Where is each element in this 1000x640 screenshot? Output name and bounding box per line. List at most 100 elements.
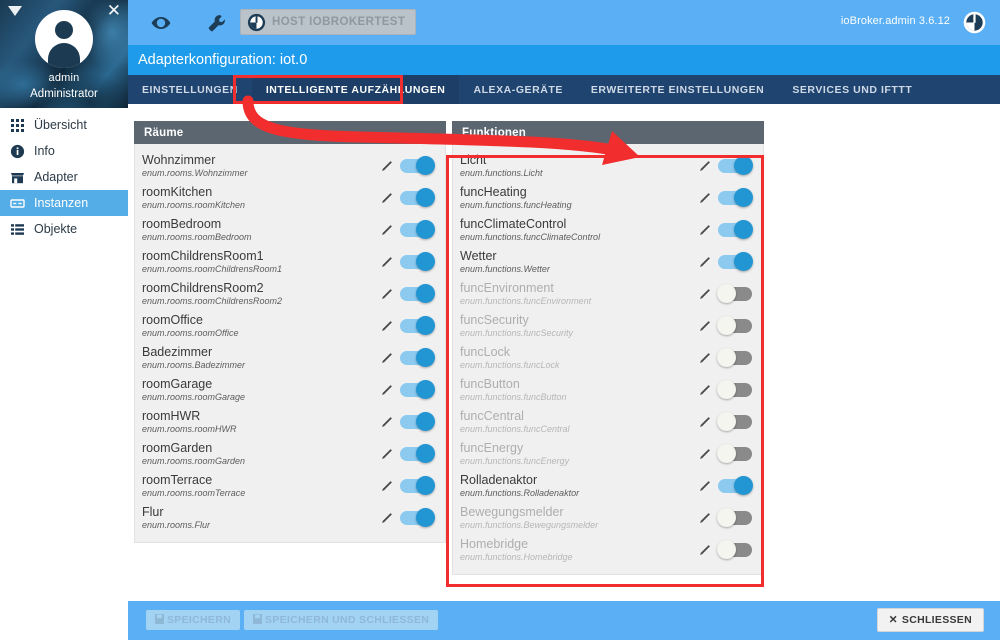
sidebar-item-objekte[interactable]: Objekte xyxy=(0,216,128,242)
toggle-switch[interactable] xyxy=(718,220,753,239)
toggle-switch[interactable] xyxy=(400,316,435,335)
save-icon xyxy=(155,613,164,627)
list-item: Flur enum.rooms.Flur xyxy=(135,502,445,534)
toggle-switch[interactable] xyxy=(400,444,435,463)
list-item: roomTerrace enum.rooms.roomTerrace xyxy=(135,470,445,502)
list-item-path: enum.rooms.Badezimmer xyxy=(142,359,246,370)
host-button[interactable]: HOST IOBROKERTEST xyxy=(240,9,417,35)
toggle-switch[interactable] xyxy=(718,156,753,175)
toggle-switch[interactable] xyxy=(400,508,435,527)
toggle-switch[interactable] xyxy=(400,188,435,207)
list-item: roomGarden enum.rooms.roomGarden xyxy=(135,438,445,470)
user-name: admin xyxy=(48,72,80,84)
tab-alexa-geraete[interactable]: ALEXA-GERÄTE xyxy=(459,75,576,104)
toggle-knob xyxy=(734,220,753,239)
list-item: roomGarage enum.rooms.roomGarage xyxy=(135,374,445,406)
toggle-knob xyxy=(416,380,435,399)
toggle-knob xyxy=(416,156,435,175)
toggle-switch[interactable] xyxy=(400,252,435,271)
pencil-icon[interactable] xyxy=(698,544,711,557)
avatar[interactable] xyxy=(35,10,93,68)
pencil-icon[interactable] xyxy=(698,352,711,365)
pencil-icon[interactable] xyxy=(698,256,711,269)
save-and-close-button[interactable]: SPEICHERN UND SCHLIESSEN xyxy=(244,610,439,630)
toggle-switch[interactable] xyxy=(718,476,753,495)
toggle-switch[interactable] xyxy=(400,284,435,303)
pencil-icon[interactable] xyxy=(698,224,711,237)
toggle-switch[interactable] xyxy=(717,380,752,399)
sidebar-item-info[interactable]: Info xyxy=(0,138,128,164)
toggle-switch[interactable] xyxy=(400,380,435,399)
pencil-icon[interactable] xyxy=(380,480,393,493)
sidebar-item-label: Adapter xyxy=(34,170,78,184)
pencil-icon[interactable] xyxy=(698,512,711,525)
list-item-path: enum.rooms.roomKitchen xyxy=(142,199,246,210)
save-button[interactable]: SPEICHERN xyxy=(146,610,240,630)
list-item: funcEnvironment enum.functions.funcEnviro… xyxy=(453,278,763,310)
page-title: Adapterkonfiguration: iot.0 xyxy=(128,45,1000,75)
sidebar-item-adapter[interactable]: Adapter xyxy=(0,164,128,190)
pencil-icon[interactable] xyxy=(698,160,711,173)
toggle-switch[interactable] xyxy=(717,508,752,527)
toggle-knob xyxy=(734,156,753,175)
list-item: Badezimmer enum.rooms.Badezimmer xyxy=(135,342,445,374)
power-icon[interactable] xyxy=(963,11,986,34)
list-item: funcSecurity enum.functions.funcSecurity xyxy=(453,310,763,342)
list-item: roomKitchen enum.rooms.roomKitchen xyxy=(135,182,445,214)
tab-einstellungen[interactable]: EINSTELLUNGEN xyxy=(128,75,252,104)
toggle-switch[interactable] xyxy=(400,220,435,239)
pencil-icon[interactable] xyxy=(380,160,393,173)
sidebar-item-instanzen[interactable]: Instanzen xyxy=(0,190,128,216)
toggle-switch[interactable] xyxy=(717,540,752,559)
pencil-icon[interactable] xyxy=(380,384,393,397)
rooms-list: Wohnzimmer enum.rooms.Wohnzimmer roomKitch… xyxy=(134,144,446,543)
pencil-icon[interactable] xyxy=(698,448,711,461)
toggle-switch[interactable] xyxy=(717,316,752,335)
pencil-icon[interactable] xyxy=(698,192,711,205)
tab-services-und-ifttt[interactable]: SERVICES UND IFTTT xyxy=(778,75,926,104)
pencil-icon[interactable] xyxy=(380,224,393,237)
save-icon xyxy=(253,613,262,627)
tab-erweiterte-einstellungen[interactable]: ERWEITERTE EINSTELLUNGEN xyxy=(577,75,778,104)
close-icon[interactable]: ✕ xyxy=(107,2,121,19)
toggle-switch[interactable] xyxy=(717,444,752,463)
pencil-icon[interactable] xyxy=(380,192,393,205)
list-item: Licht enum.functions.Licht xyxy=(453,150,763,182)
pencil-icon[interactable] xyxy=(698,480,711,493)
toggle-switch[interactable] xyxy=(717,284,752,303)
pencil-icon[interactable] xyxy=(380,512,393,525)
caret-down-icon[interactable] xyxy=(8,6,22,16)
toggle-switch[interactable] xyxy=(718,252,753,271)
toggle-knob xyxy=(416,348,435,367)
list-item: Rolladenaktor enum.functions.Rolladenakto… xyxy=(453,470,763,502)
close-button[interactable]: ✕ SCHLIESSEN xyxy=(876,608,984,632)
pencil-icon[interactable] xyxy=(698,288,711,301)
toggle-switch[interactable] xyxy=(400,348,435,367)
wrench-icon[interactable] xyxy=(204,10,230,36)
pencil-icon[interactable] xyxy=(380,288,393,301)
toggle-switch[interactable] xyxy=(400,476,435,495)
pencil-icon[interactable] xyxy=(380,256,393,269)
toggle-knob xyxy=(734,476,753,495)
toggle-switch[interactable] xyxy=(400,412,435,431)
sidebar-item-uebersicht[interactable]: Übersicht xyxy=(0,112,128,138)
grid-icon xyxy=(10,118,25,133)
top-toolbar: HOST IOBROKERTEST ioBroker.admin 3.6.12 xyxy=(128,0,1000,45)
list-item: roomBedroom enum.rooms.roomBedroom xyxy=(135,214,445,246)
pencil-icon[interactable] xyxy=(380,416,393,429)
tab-intelligente-aufzaehlungen[interactable]: INTELLIGENTE AUFZÄHLUNGEN xyxy=(251,75,460,104)
toggle-switch[interactable] xyxy=(400,156,435,175)
pencil-icon[interactable] xyxy=(698,384,711,397)
toggle-switch[interactable] xyxy=(717,348,752,367)
toggle-knob xyxy=(717,444,736,463)
pencil-icon[interactable] xyxy=(380,320,393,333)
toggle-switch[interactable] xyxy=(718,188,753,207)
toggle-switch[interactable] xyxy=(717,412,752,431)
pencil-icon[interactable] xyxy=(380,448,393,461)
pencil-icon[interactable] xyxy=(380,352,393,365)
sidebar-nav: Übersicht Info Adapter Instanzen Objekte xyxy=(0,108,128,242)
functions-panel: Funktionen Licht enum.functions.Licht func… xyxy=(452,121,764,575)
pencil-icon[interactable] xyxy=(698,416,711,429)
pencil-icon[interactable] xyxy=(698,320,711,333)
eye-icon[interactable] xyxy=(148,10,174,36)
